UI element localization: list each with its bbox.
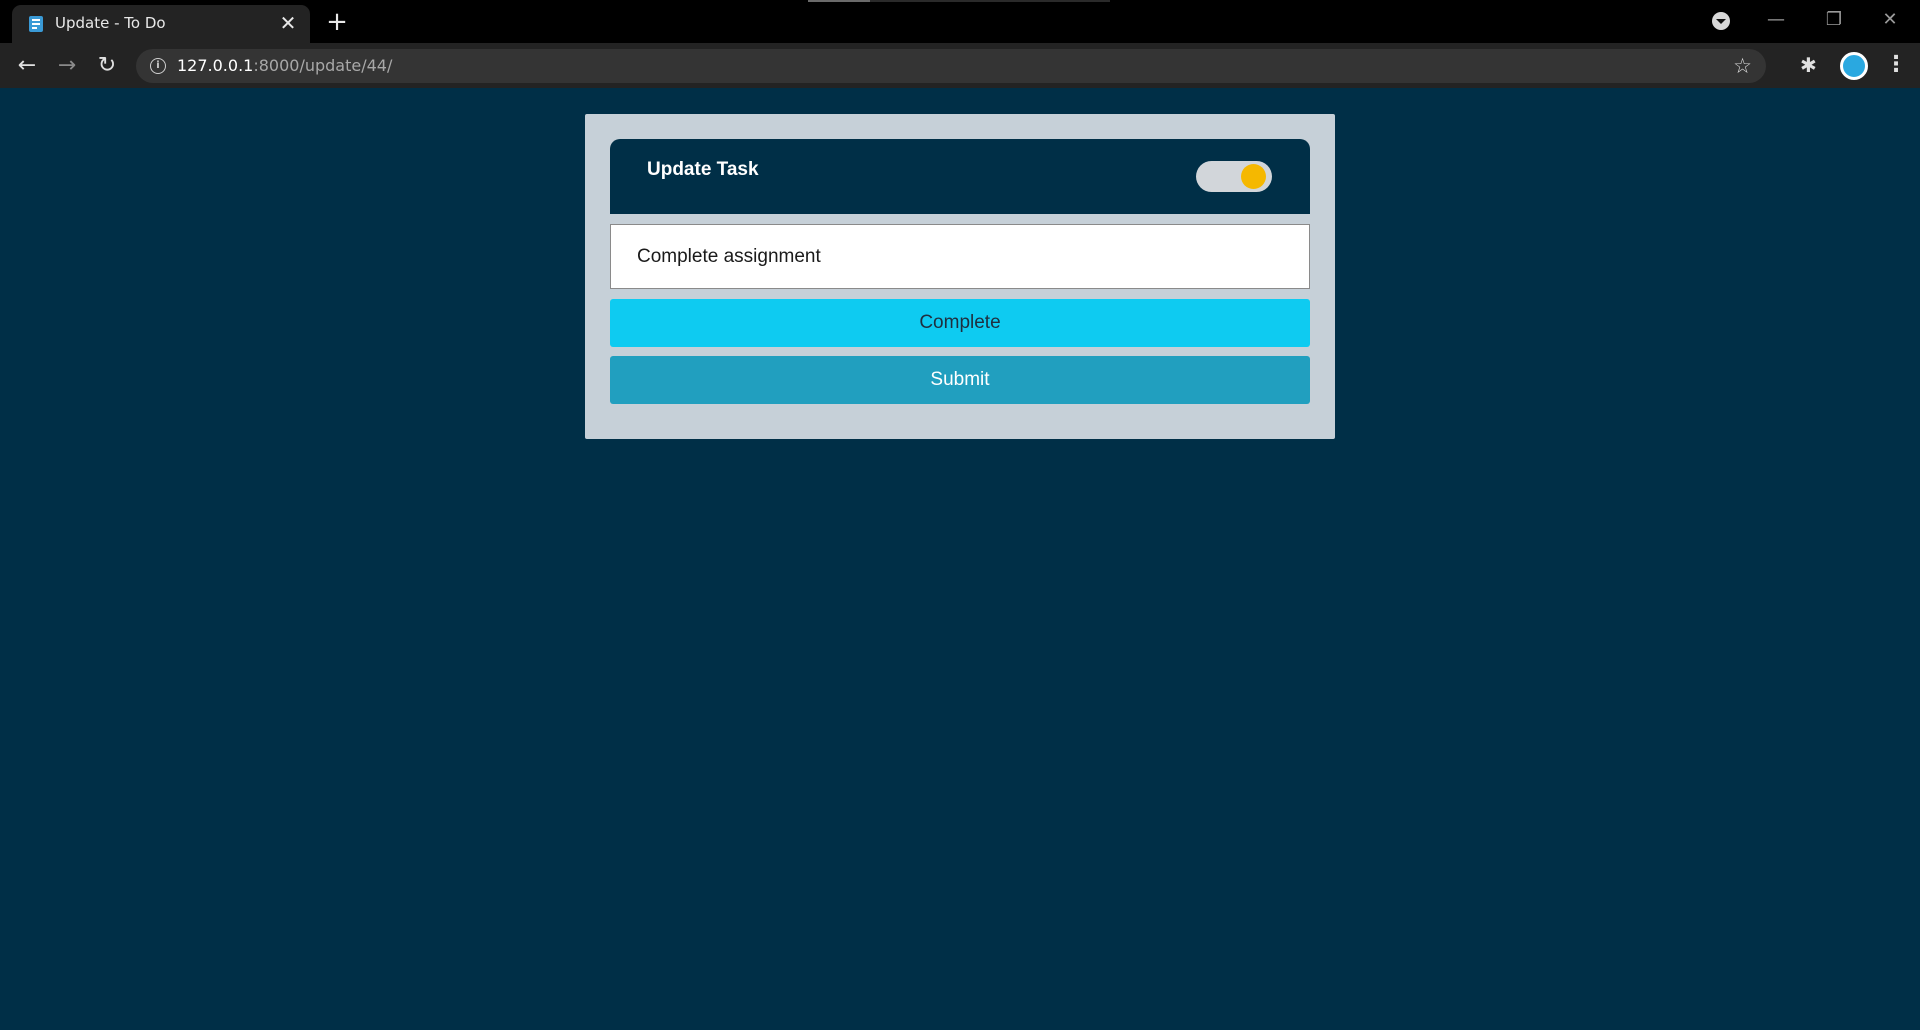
browser-tab-bar: Update - To Do ✕ + — ❐ ✕ — [0, 0, 1920, 43]
reload-icon[interactable]: ↻ — [92, 51, 122, 81]
new-tab-icon[interactable]: + — [324, 9, 350, 35]
profile-avatar-icon[interactable] — [1840, 52, 1868, 80]
tab-search-icon[interactable] — [1712, 12, 1730, 30]
card-title: Update Task — [647, 159, 759, 180]
complete-button[interactable]: Complete — [610, 299, 1310, 347]
tab-strip-indicator — [808, 0, 1110, 2]
submit-button[interactable]: Submit — [610, 356, 1310, 404]
task-title-input[interactable] — [610, 224, 1310, 289]
tab-close-icon[interactable]: ✕ — [278, 13, 298, 33]
update-task-card: Update Task Complete Submit — [585, 114, 1335, 439]
address-bar[interactable]: i 127.0.0.1:8000/update/44/ ☆ — [136, 49, 1766, 83]
todo-favicon-icon — [28, 15, 44, 33]
browser-toolbar: ← → ↻ i 127.0.0.1:8000/update/44/ ☆ ✱ ⋮ — [0, 43, 1920, 88]
back-icon[interactable]: ← — [12, 51, 42, 81]
minimize-icon[interactable]: — — [1762, 6, 1790, 34]
extensions-puzzle-icon[interactable]: ✱ — [1800, 54, 1817, 76]
url-path: :8000/update/44/ — [253, 56, 393, 75]
tab-strip-indicator-segment — [808, 0, 870, 2]
theme-toggle[interactable] — [1196, 161, 1272, 192]
url-host: 127.0.0.1 — [177, 56, 254, 75]
window-close-icon[interactable]: ✕ — [1876, 6, 1904, 34]
browser-menu-icon[interactable]: ⋮ — [1885, 52, 1907, 78]
bookmark-star-icon[interactable]: ☆ — [1733, 53, 1752, 79]
restore-icon[interactable]: ❐ — [1820, 6, 1848, 34]
url-text[interactable]: 127.0.0.1:8000/update/44/ — [177, 56, 392, 75]
toggle-knob — [1241, 164, 1266, 189]
forward-icon[interactable]: → — [52, 51, 82, 81]
browser-tab-active[interactable]: Update - To Do ✕ — [12, 5, 310, 43]
site-info-icon[interactable]: i — [150, 58, 166, 74]
card-header: Update Task — [610, 139, 1310, 214]
tab-title: Update - To Do — [55, 14, 166, 32]
